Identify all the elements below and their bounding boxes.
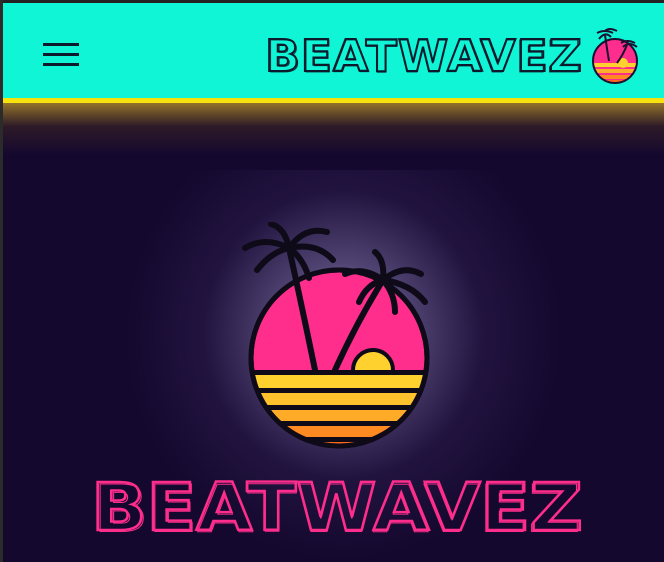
hero-palm-sunset-logo — [242, 222, 430, 449]
hamburger-menu-button[interactable] — [39, 37, 83, 73]
header-glow — [3, 103, 664, 155]
hamburger-line-bottom — [43, 63, 79, 66]
app-frame: BEATWAVEZ BEATWAVEZ BEATWAVEZ BEATWAVEZ — [0, 0, 664, 562]
palm-sunset-logo-icon — [592, 28, 638, 84]
brand-wordmark: BEATWAVEZ BEATWAVEZ — [264, 30, 583, 83]
brand-name-inner: BEATWAVEZ — [266, 33, 581, 83]
hamburger-line-middle — [43, 53, 79, 56]
hero-title-inner: BEATWAVEZ — [93, 471, 580, 540]
top-navbar: BEATWAVEZ BEATWAVEZ — [3, 0, 664, 103]
hero-title-wordmark: BEATWAVEZ BEATWAVEZ — [90, 468, 584, 540]
brand-link[interactable]: BEATWAVEZ BEATWAVEZ — [263, 25, 643, 87]
hamburger-menu-icon — [43, 43, 79, 46]
